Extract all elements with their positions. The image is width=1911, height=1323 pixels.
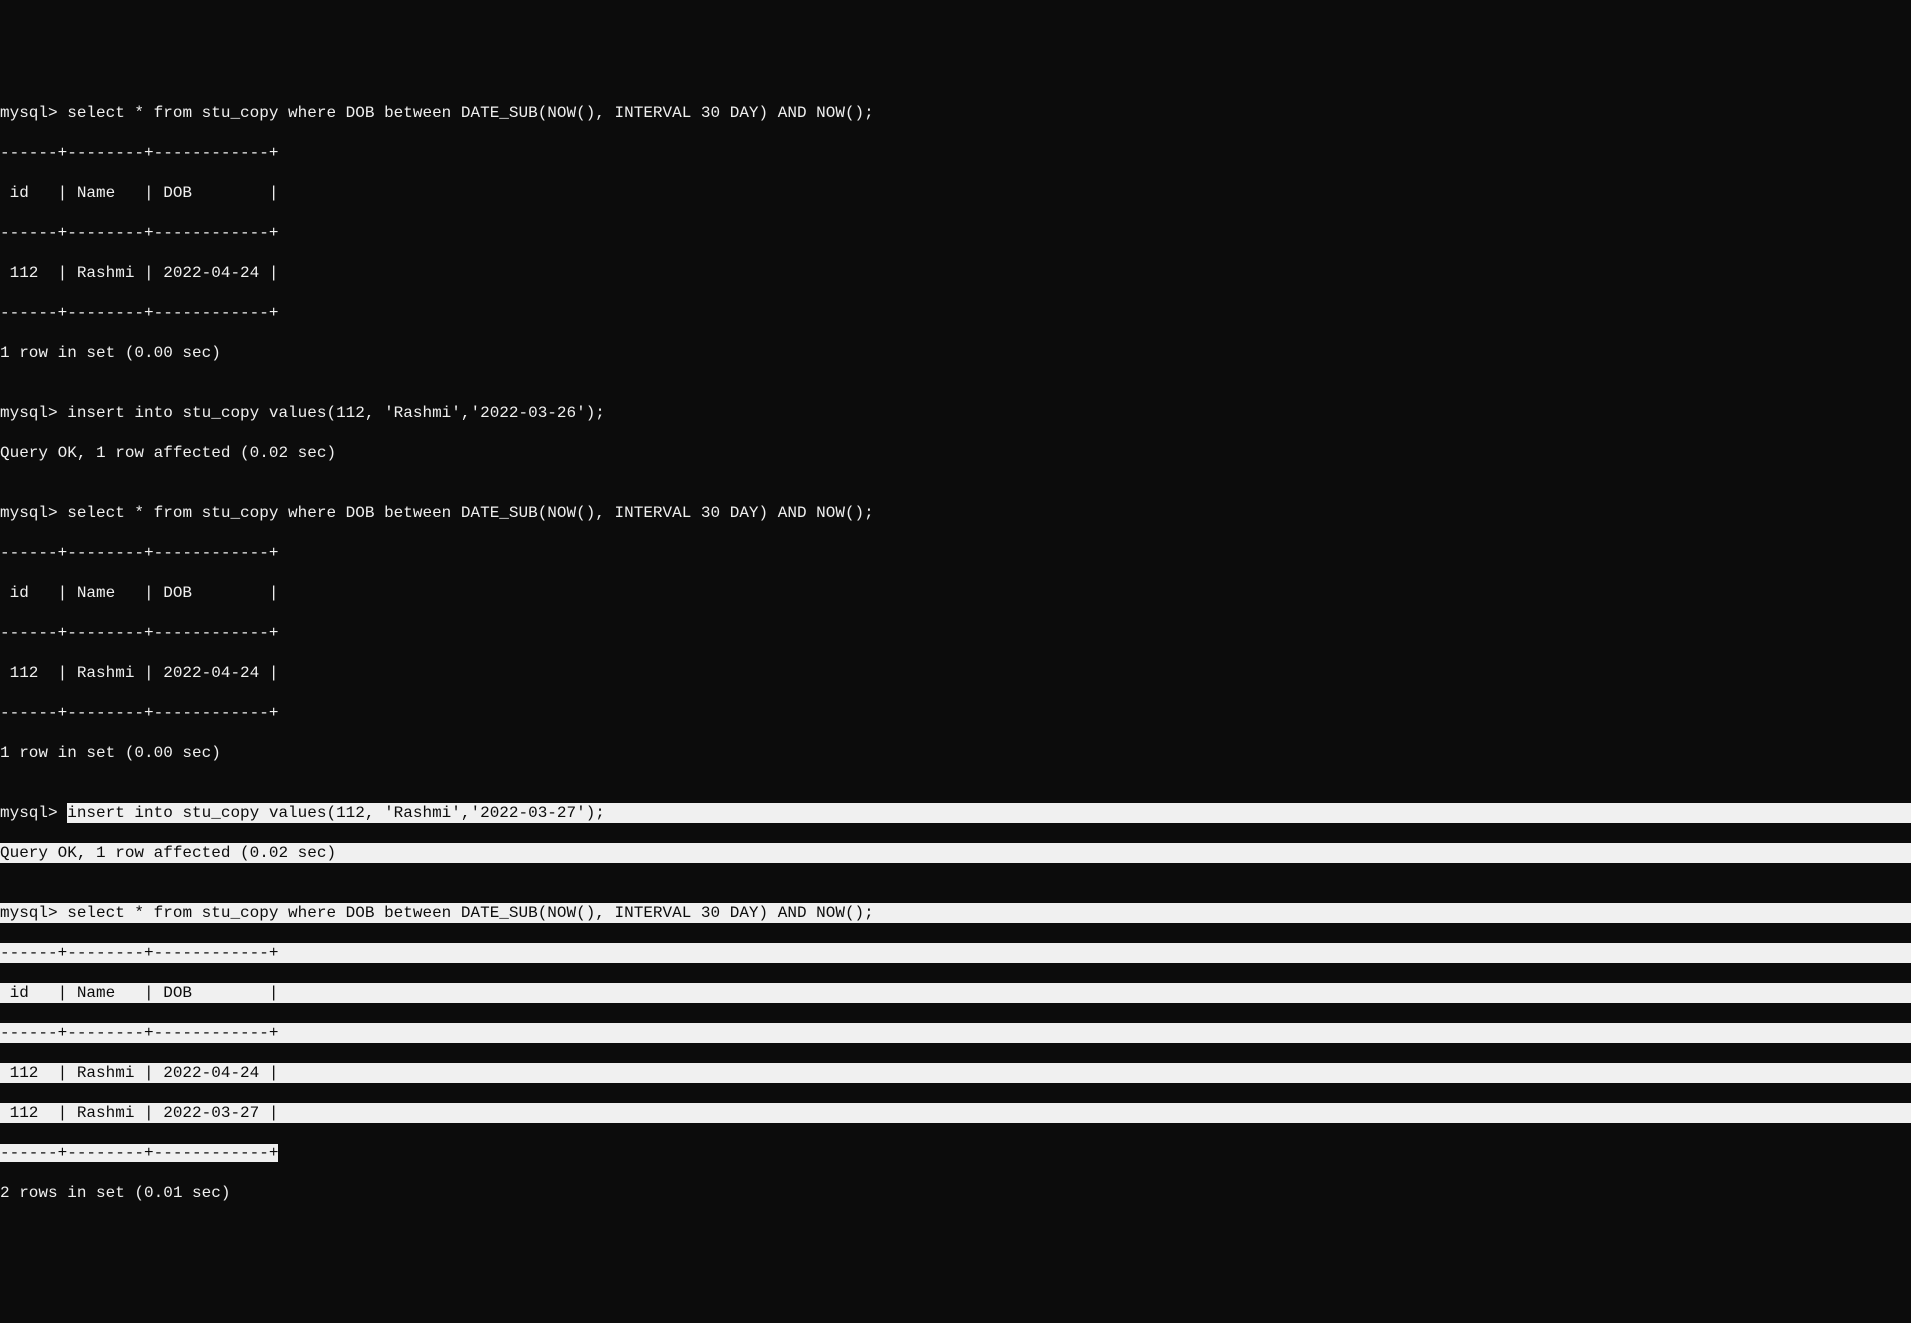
status-line: Query OK, 1 row affected (0.02 sec) xyxy=(0,443,1911,463)
status-line: 1 row in set (0.00 sec) xyxy=(0,743,1911,763)
terminal-output[interactable]: mysql> select * from stu_copy where DOB … xyxy=(0,83,1911,1223)
table-header-selected: id | Name | DOB | xyxy=(0,983,1911,1003)
sql-query-selected: insert into stu_copy values(112, 'Rashmi… xyxy=(67,803,1911,823)
sql-query: insert into stu_copy values(112, 'Rashmi… xyxy=(67,404,605,422)
table-separator: ------+--------+------------+ xyxy=(0,703,1911,723)
prompt-text: mysql> xyxy=(0,104,67,122)
query-line: mysql> select * from stu_copy where DOB … xyxy=(0,103,1911,123)
table-separator: ------+--------+------------+ xyxy=(0,543,1911,563)
prompt-text: mysql> xyxy=(0,803,67,823)
sql-query: select * from stu_copy where DOB between… xyxy=(67,504,874,522)
table-row-selected: 112 | Rashmi | 2022-04-24 | xyxy=(0,1063,1911,1083)
table-header: id | Name | DOB | xyxy=(0,583,1911,603)
sql-query: select * from stu_copy where DOB between… xyxy=(67,904,874,922)
table-row: 112 | Rashmi | 2022-04-24 | xyxy=(0,663,1911,683)
table-row-selected: 112 | Rashmi | 2022-03-27 | xyxy=(0,1103,1911,1123)
table-separator: ------+--------+------------+ xyxy=(0,303,1911,323)
prompt-text: mysql> xyxy=(0,504,67,522)
table-separator: ------+--------+------------+ xyxy=(0,223,1911,243)
table-row: 112 | Rashmi | 2022-04-24 | xyxy=(0,263,1911,283)
table-separator-selected: ------+--------+------------+ xyxy=(0,1023,1911,1043)
table-header: id | Name | DOB | xyxy=(0,183,1911,203)
query-line: mysql> insert into stu_copy values(112, … xyxy=(0,403,1911,423)
table-separator: ------+--------+------------+ xyxy=(0,143,1911,163)
status-line: 2 rows in set (0.01 sec) xyxy=(0,1183,1911,1203)
prompt-text: mysql> xyxy=(0,404,67,422)
table-separator-text: ------+--------+------------+ xyxy=(0,1144,278,1162)
status-line-selected: Query OK, 1 row affected (0.02 sec) xyxy=(0,843,1911,863)
table-separator-partial: ------+--------+------------+ xyxy=(0,1143,1911,1163)
query-line-selected: mysql> select * from stu_copy where DOB … xyxy=(0,903,1911,923)
query-line: mysql> select * from stu_copy where DOB … xyxy=(0,503,1911,523)
prompt-text: mysql> xyxy=(0,904,67,922)
table-separator-selected: ------+--------+------------+ xyxy=(0,943,1911,963)
table-separator: ------+--------+------------+ xyxy=(0,623,1911,643)
status-line: 1 row in set (0.00 sec) xyxy=(0,343,1911,363)
sql-query: select * from stu_copy where DOB between… xyxy=(67,104,874,122)
query-line-selected: mysql> insert into stu_copy values(112, … xyxy=(0,803,1911,823)
